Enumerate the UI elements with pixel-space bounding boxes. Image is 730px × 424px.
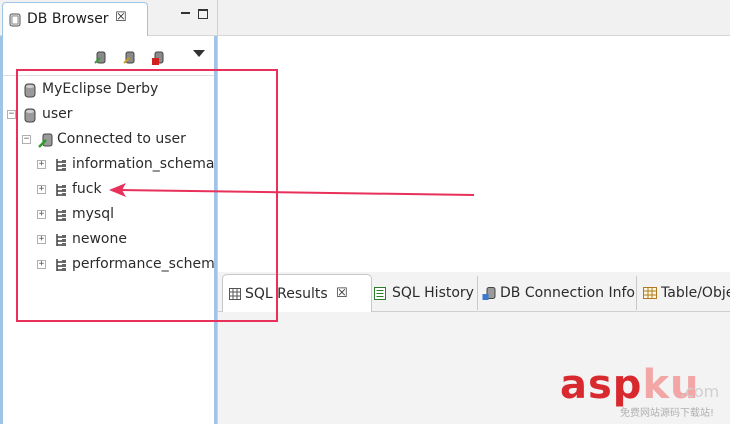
tab-separator: [477, 276, 478, 310]
tree-item-fuck[interactable]: + fuck: [3, 180, 214, 202]
database-icon: [24, 108, 36, 127]
schema-icon: [55, 258, 67, 276]
db-browser-tabbar: DB Browser ☒: [0, 0, 217, 36]
tree-item-newone[interactable]: + newone: [3, 230, 214, 252]
tree-item-performance-schema[interactable]: + performance_schema: [3, 255, 214, 277]
db-browser-view: DB Browser ☒ MyEclipse Derby − user − Co…: [0, 0, 217, 424]
tab-db-connection-info-label: DB Connection Info: [500, 285, 635, 301]
tree-item-user[interactable]: − user: [3, 105, 214, 127]
editor-area: [217, 0, 730, 272]
minimize-view-button[interactable]: [180, 6, 192, 20]
tree-item-label: performance_schema: [72, 256, 214, 272]
bottom-tabbar: SQL Results ☒ SQL History DB Connection …: [218, 272, 730, 312]
collapse-icon[interactable]: −: [22, 135, 31, 144]
editor-tabbar: [217, 0, 730, 36]
tab-sql-results[interactable]: SQL Results ☒: [222, 274, 372, 312]
tree-item-label: mysql: [72, 206, 114, 222]
tree-item-label: Connected to user: [57, 131, 186, 147]
tab-table-object[interactable]: Table/Obje: [641, 274, 730, 312]
expand-icon[interactable]: +: [37, 160, 46, 169]
db-info-icon: [482, 287, 496, 305]
tree-item-label: fuck: [72, 181, 102, 197]
watermark-logo: aspku .com 免费网站源码下载站!: [560, 362, 728, 422]
maximize-view-button[interactable]: [198, 9, 208, 19]
tab-db-browser[interactable]: DB Browser ☒: [2, 2, 148, 36]
close-icon[interactable]: ☒: [336, 286, 348, 301]
tree-item-myeclipse-derby[interactable]: MyEclipse Derby: [3, 80, 214, 102]
expand-icon[interactable]: +: [37, 210, 46, 219]
db-browser-body: MyEclipse Derby − user − Connected to us…: [0, 36, 217, 424]
editor-body[interactable]: [217, 36, 730, 272]
tree-item-mysql[interactable]: + mysql: [3, 205, 214, 227]
expand-icon[interactable]: +: [37, 260, 46, 269]
tree-item-label: user: [42, 106, 73, 122]
tab-sql-history[interactable]: SQL History: [374, 274, 476, 312]
tree-item-label: information_schema: [72, 156, 214, 172]
connection-icon: [38, 133, 54, 153]
tree-item-connected-to-user[interactable]: − Connected to user: [3, 130, 214, 152]
watermark-asp: asp: [560, 362, 643, 408]
table-icon: [643, 287, 657, 303]
tree-item-information-schema[interactable]: + information_schema: [3, 155, 214, 177]
schema-icon: [55, 233, 67, 251]
watermark-com: .com: [680, 382, 720, 401]
schema-icon: [55, 208, 67, 226]
tab-sql-history-label: SQL History: [392, 285, 474, 301]
tab-table-object-label: Table/Obje: [661, 285, 730, 301]
db-browser-icon: [9, 13, 21, 31]
tab-db-connection-info[interactable]: DB Connection Info: [482, 274, 635, 312]
close-icon[interactable]: ☒: [115, 10, 127, 25]
new-connection-icon[interactable]: [93, 50, 109, 66]
schema-icon: [55, 158, 67, 176]
database-icon: [24, 83, 36, 102]
db-browser-toolbar: [3, 36, 214, 76]
edit-connection-icon[interactable]: [122, 50, 138, 66]
tab-db-browser-label: DB Browser: [27, 11, 109, 27]
delete-connection-icon[interactable]: [151, 50, 167, 66]
schema-icon: [55, 183, 67, 201]
collapse-icon[interactable]: −: [7, 110, 16, 119]
view-menu-icon[interactable]: [193, 50, 205, 57]
watermark-subtitle: 免费网站源码下载站!: [620, 408, 715, 419]
grid-icon: [229, 288, 241, 304]
tree-item-label: newone: [72, 231, 127, 247]
tab-sql-results-label: SQL Results: [245, 286, 328, 302]
tab-separator: [636, 276, 637, 310]
expand-icon[interactable]: +: [37, 235, 46, 244]
history-icon: [374, 287, 386, 304]
tree-item-label: MyEclipse Derby: [42, 81, 159, 97]
expand-icon[interactable]: +: [37, 185, 46, 194]
